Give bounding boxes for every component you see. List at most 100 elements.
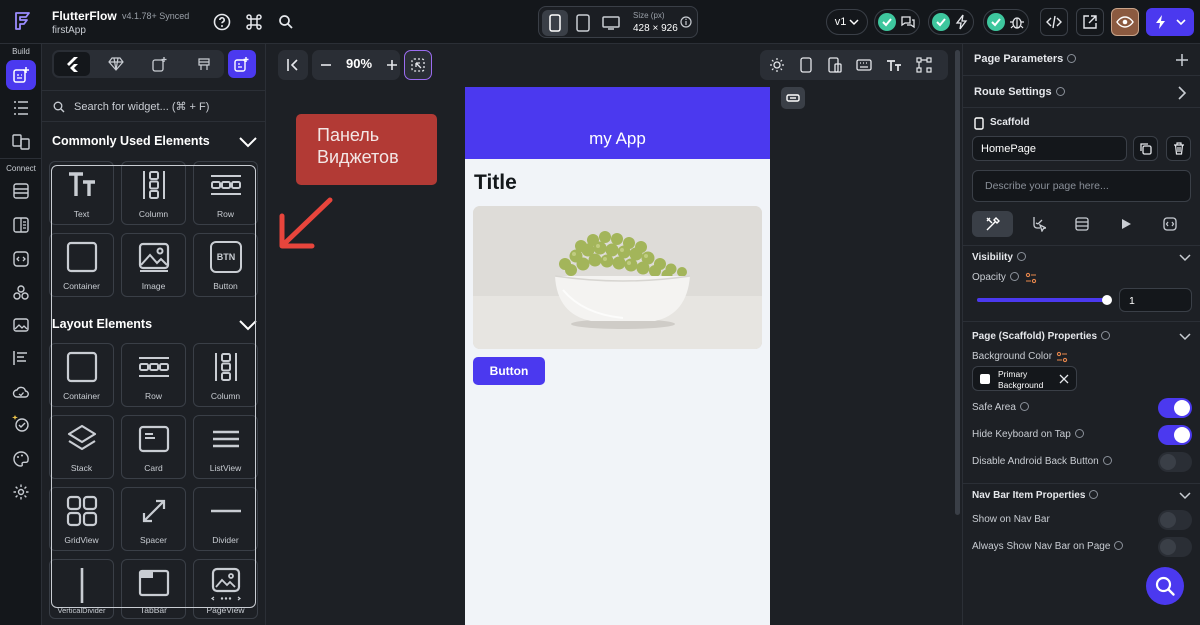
- storyboard-icon[interactable]: [10, 347, 32, 369]
- chevron-down-icon[interactable]: [1179, 333, 1191, 341]
- debug-status[interactable]: [983, 9, 1029, 35]
- desktop-device-icon[interactable]: [598, 10, 624, 36]
- close-icon[interactable]: [1059, 374, 1069, 384]
- open-external-button[interactable]: [1076, 8, 1104, 36]
- scaffold-label: Scaffold: [990, 117, 1030, 128]
- delete-page-button[interactable]: [1166, 136, 1191, 161]
- always-show-nav-toggle[interactable]: [1158, 537, 1192, 557]
- phone-frame-icon[interactable]: [800, 57, 812, 73]
- zoom-in-icon[interactable]: [386, 59, 398, 71]
- add-custom-widget-button[interactable]: [228, 50, 256, 78]
- info-icon[interactable]: [1009, 272, 1019, 281]
- tab-actions[interactable]: [1017, 211, 1058, 237]
- widget-search[interactable]: Search for widget... (⌘ + F): [42, 90, 266, 122]
- search-icon[interactable]: [276, 12, 296, 32]
- integrations-icon[interactable]: [10, 282, 32, 304]
- cloud-functions-icon[interactable]: [10, 381, 32, 403]
- widget-tree-icon[interactable]: [10, 97, 32, 119]
- top-bar: FlutterFlow v4.1.78+ Synced firstApp Siz…: [0, 0, 1200, 44]
- theme-settings-icon[interactable]: [10, 448, 32, 470]
- run-button[interactable]: [1146, 8, 1194, 36]
- chevron-down-icon[interactable]: [1179, 254, 1191, 262]
- chat-status[interactable]: [874, 9, 920, 35]
- actions-status[interactable]: [928, 9, 974, 35]
- disable-back-toggle[interactable]: [1158, 452, 1192, 472]
- media-assets-icon[interactable]: [10, 314, 32, 336]
- variable-binding-icon[interactable]: [1056, 351, 1068, 363]
- app-bar[interactable]: my App: [465, 87, 770, 159]
- safe-area-toggle[interactable]: [1158, 398, 1192, 418]
- components-tab[interactable]: [98, 52, 134, 76]
- flutterflow-logo-icon[interactable]: [8, 7, 36, 35]
- info-icon[interactable]: [1074, 429, 1084, 438]
- help-icon[interactable]: [212, 12, 232, 32]
- opacity-input[interactable]: 1: [1119, 288, 1192, 312]
- agents-star-icon[interactable]: [10, 413, 32, 435]
- tab-animations[interactable]: [1105, 211, 1146, 237]
- command-icon[interactable]: [244, 12, 264, 32]
- size-info-icon[interactable]: [680, 16, 692, 28]
- info-icon[interactable]: [1102, 456, 1112, 465]
- phone-device-icon[interactable]: [542, 10, 568, 36]
- tablet-device-icon[interactable]: [570, 10, 596, 36]
- preview-button[interactable]: [1111, 8, 1139, 36]
- code-view-button[interactable]: [1040, 8, 1068, 36]
- layout-tree-icon[interactable]: [916, 57, 932, 73]
- info-icon[interactable]: [1114, 541, 1124, 550]
- widget-toolbar-chip[interactable]: [781, 87, 805, 109]
- info-icon[interactable]: [1089, 490, 1099, 499]
- tab-custom-code[interactable]: [1149, 211, 1190, 237]
- flutter-widgets-tab[interactable]: [54, 52, 90, 76]
- info-icon[interactable]: [1067, 54, 1077, 63]
- phone-icon: [974, 117, 984, 130]
- duplicate-page-button[interactable]: [1133, 136, 1158, 161]
- grapes-bowl-image[interactable]: [473, 206, 762, 349]
- info-icon[interactable]: [1101, 331, 1111, 340]
- zoom-out-icon[interactable]: [320, 59, 332, 71]
- chevron-down-icon[interactable]: [1179, 492, 1191, 500]
- version-select[interactable]: v1: [826, 9, 868, 35]
- info-icon[interactable]: [1019, 402, 1029, 411]
- page-title-text[interactable]: Title: [474, 171, 517, 195]
- tab-properties[interactable]: [972, 211, 1013, 237]
- opacity-label: Opacity: [972, 272, 1006, 283]
- collapse-panel-button[interactable]: [278, 50, 308, 80]
- custom-code-icon[interactable]: [10, 248, 32, 270]
- ai-gen-button[interactable]: [404, 50, 432, 80]
- chevron-down-icon[interactable]: [239, 136, 257, 148]
- primary-button[interactable]: Button: [473, 357, 545, 385]
- project-name[interactable]: firstApp: [52, 25, 86, 36]
- external-link-icon: [1083, 15, 1097, 29]
- widget-palette-icon[interactable]: [6, 60, 36, 90]
- info-icon[interactable]: [1016, 252, 1026, 261]
- keyboard-icon[interactable]: [856, 59, 872, 71]
- api-calls-icon[interactable]: [10, 214, 32, 236]
- help-search-fab[interactable]: [1146, 567, 1184, 605]
- canvas-scrollbar[interactable]: [955, 50, 960, 515]
- version-select-value: v1: [834, 16, 847, 28]
- opacity-slider[interactable]: [977, 295, 1112, 305]
- show-on-nav-toggle[interactable]: [1158, 510, 1192, 530]
- variable-binding-icon[interactable]: [1025, 272, 1037, 284]
- page-selector-icon[interactable]: [10, 131, 32, 153]
- database-icon[interactable]: [10, 180, 32, 202]
- sun-theme-icon[interactable]: [770, 58, 784, 72]
- widget-panel-tabs: [52, 50, 224, 78]
- tab-backend-query[interactable]: [1061, 211, 1102, 237]
- info-icon[interactable]: [1055, 87, 1065, 96]
- text-scale-icon[interactable]: [886, 58, 902, 72]
- responsive-icon[interactable]: [828, 57, 842, 73]
- chevron-right-icon[interactable]: [1177, 86, 1187, 100]
- library-tab[interactable]: [186, 52, 222, 76]
- opacity-slider-thumb[interactable]: [1102, 295, 1112, 305]
- background-color-picker[interactable]: Primary Background: [972, 366, 1077, 391]
- page-name-input[interactable]: HomePage: [972, 136, 1127, 161]
- hide-keyboard-toggle[interactable]: [1158, 425, 1192, 445]
- settings-gear-icon[interactable]: [10, 481, 32, 503]
- page-parameters-row[interactable]: Page Parameters: [963, 44, 1200, 76]
- route-settings-row[interactable]: Route Settings: [963, 76, 1200, 108]
- page-description-input[interactable]: Describe your page here...: [972, 170, 1191, 202]
- custom-widgets-tab[interactable]: [142, 52, 178, 76]
- phone-preview[interactable]: my App Title Button: [465, 87, 770, 625]
- plus-icon[interactable]: [1175, 53, 1189, 67]
